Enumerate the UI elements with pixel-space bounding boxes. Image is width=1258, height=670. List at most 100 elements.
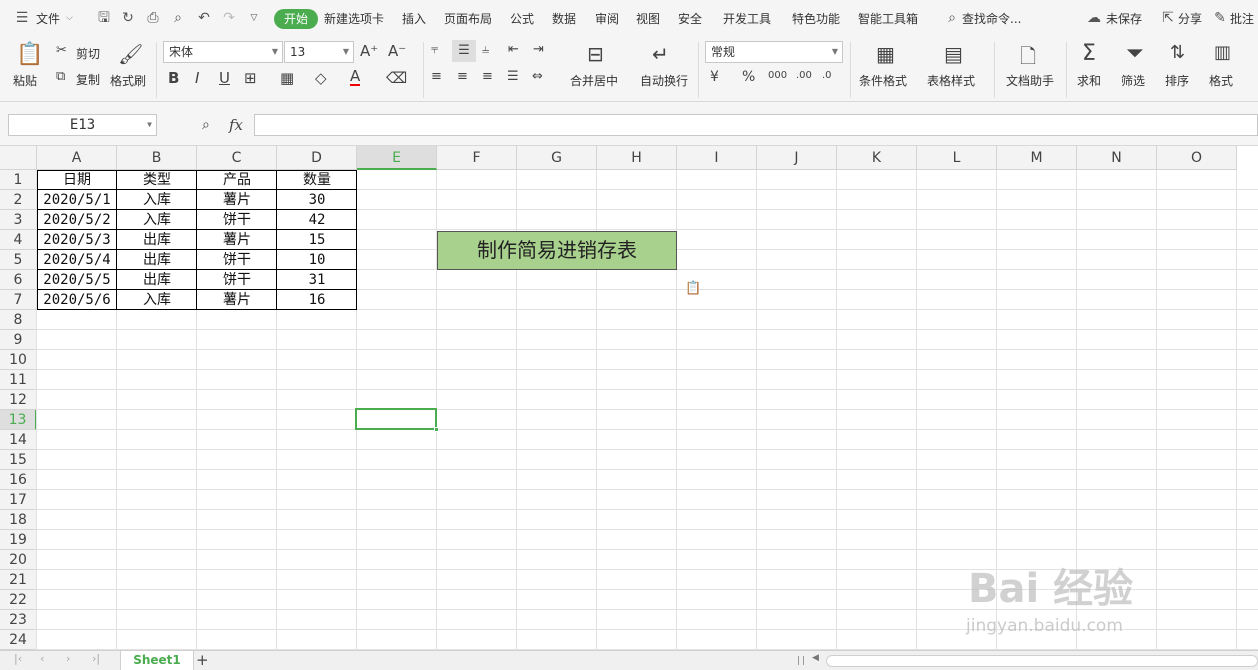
table-header-cell[interactable]: 产品 — [197, 170, 277, 190]
row-header-17[interactable]: 17 — [0, 490, 37, 510]
table-cell[interactable]: 饼干 — [197, 270, 277, 290]
row-header-22[interactable]: 22 — [0, 590, 37, 610]
table-style-button[interactable]: 表格样式 — [927, 72, 975, 89]
table-cell[interactable]: 入库 — [117, 210, 197, 230]
copy-button[interactable]: 复制 — [76, 71, 100, 88]
currency-icon[interactable]: ¥ — [710, 69, 719, 85]
font-color-icon[interactable]: A — [350, 68, 361, 86]
table-cell[interactable]: 出库 — [117, 230, 197, 250]
underline-icon[interactable]: U — [219, 69, 230, 87]
row-header-24[interactable]: 24 — [0, 630, 37, 650]
function-button[interactable]: fx — [229, 116, 243, 134]
tab-review[interactable]: 审阅 — [595, 10, 619, 27]
table-cell[interactable]: 16 — [277, 290, 357, 310]
row-header-18[interactable]: 18 — [0, 510, 37, 530]
format-painter-button[interactable]: 格式刷 — [110, 72, 146, 89]
row-header-3[interactable]: 3 — [0, 210, 37, 230]
document-helper-button[interactable]: 文档助手 — [1006, 72, 1054, 89]
tab-formula[interactable]: 公式 — [510, 10, 534, 27]
redo-icon[interactable]: ↷ — [221, 10, 237, 26]
filter-icon[interactable]: ⏷ — [1126, 41, 1144, 66]
sort-button[interactable]: 排序 — [1165, 72, 1189, 89]
row-header-23[interactable]: 23 — [0, 610, 37, 630]
column-header-j[interactable]: J — [757, 146, 837, 170]
tab-data[interactable]: 数据 — [552, 10, 576, 27]
row-header-14[interactable]: 14 — [0, 430, 37, 450]
row-header-8[interactable]: 8 — [0, 310, 37, 330]
table-cell[interactable]: 薯片 — [197, 190, 277, 210]
tab-insert[interactable]: 插入 — [402, 10, 426, 27]
row-header-20[interactable]: 20 — [0, 550, 37, 570]
font-size-dropdown[interactable]: 13 ▼ — [284, 41, 354, 63]
row-header-12[interactable]: 12 — [0, 390, 37, 410]
row-header-5[interactable]: 5 — [0, 250, 37, 270]
table-header-cell[interactable]: 类型 — [117, 170, 197, 190]
table-header-cell[interactable]: 数量 — [277, 170, 357, 190]
format-icon[interactable]: ▥ — [1214, 42, 1231, 63]
column-header-l[interactable]: L — [917, 146, 997, 170]
paste-options-icon[interactable]: 📋 — [685, 281, 701, 296]
document-helper-icon[interactable]: 🗋 — [1020, 42, 1036, 76]
table-cell[interactable]: 出库 — [117, 270, 197, 290]
undo-icon[interactable]: ↶ — [196, 10, 212, 26]
table-cell[interactable]: 入库 — [117, 290, 197, 310]
table-cell[interactable]: 出库 — [117, 250, 197, 270]
scroll-left-icon[interactable]: ◀ — [812, 653, 819, 663]
paste-button[interactable]: 粘贴 — [13, 72, 37, 89]
add-sheet-button[interactable]: + — [196, 651, 209, 669]
column-header-c[interactable]: C — [197, 146, 277, 170]
column-header-k[interactable]: K — [837, 146, 917, 170]
table-cell[interactable]: 31 — [277, 270, 357, 290]
table-cell[interactable]: 30 — [277, 190, 357, 210]
column-header-f[interactable]: F — [437, 146, 517, 170]
column-header-g[interactable]: G — [517, 146, 597, 170]
row-header-4[interactable]: 4 — [0, 230, 37, 250]
number-format-dropdown[interactable]: 常规 ▼ — [705, 41, 843, 63]
increase-decimal-icon[interactable]: .00 — [796, 70, 812, 81]
table-cell[interactable]: 2020/5/6 — [37, 290, 117, 310]
table-cell[interactable]: 薯片 — [197, 230, 277, 250]
decrease-decimal-icon[interactable]: .0 — [822, 70, 832, 81]
fill-handle[interactable] — [434, 427, 439, 432]
row-header-11[interactable]: 11 — [0, 370, 37, 390]
column-header-a[interactable]: A — [37, 146, 117, 170]
print-preview-icon[interactable]: ⌕ — [170, 10, 186, 26]
name-box[interactable]: E13 ▼ — [8, 114, 157, 136]
row-header-10[interactable]: 10 — [0, 350, 37, 370]
sort-icon[interactable]: ⇅ — [1170, 42, 1185, 63]
align-right-icon[interactable]: ≡ — [482, 69, 493, 84]
scroll-split-handle[interactable] — [798, 656, 804, 665]
align-left-icon[interactable]: ≡ — [431, 69, 442, 84]
first-sheet-icon[interactable]: |‹ — [14, 652, 22, 665]
table-cell[interactable]: 2020/5/1 — [37, 190, 117, 210]
table-cell[interactable]: 2020/5/3 — [37, 230, 117, 250]
column-header-m[interactable]: M — [997, 146, 1077, 170]
customize-icon[interactable]: ▽ — [246, 10, 262, 26]
wrap-text-icon[interactable]: ↵ — [652, 42, 669, 66]
row-header-1[interactable]: 1 — [0, 170, 37, 190]
table-cell[interactable]: 2020/5/2 — [37, 210, 117, 230]
align-center-icon[interactable]: ≡ — [457, 69, 468, 84]
prev-sheet-icon[interactable]: ‹ — [40, 652, 44, 665]
decrease-font-icon[interactable]: A⁻ — [388, 42, 406, 60]
hamburger-icon[interactable]: ☰ — [14, 10, 30, 26]
eraser-icon[interactable]: ⌫ — [386, 69, 407, 87]
search-command[interactable]: 查找命令... — [962, 10, 1021, 27]
table-cell[interactable]: 饼干 — [197, 210, 277, 230]
column-header-h[interactable]: H — [597, 146, 677, 170]
table-cell[interactable]: 2020/5/5 — [37, 270, 117, 290]
next-sheet-icon[interactable]: › — [66, 652, 70, 665]
spreadsheet-grid[interactable]: A B C D E F G H I J K L M N O 1 2 3 4 5 6 7 8 9 10 11 12 13 14 15 16 17… — [0, 146, 1258, 650]
align-middle-icon[interactable]: ☰ — [452, 40, 476, 62]
align-bottom-icon[interactable]: ⫨ — [482, 42, 489, 57]
conditional-format-button[interactable]: 条件格式 — [859, 72, 907, 89]
comment-button[interactable]: 批注 — [1230, 10, 1254, 27]
fill-color-icon[interactable]: ◇ — [315, 69, 327, 87]
tab-page-layout[interactable]: 页面布局 — [444, 10, 492, 27]
tab-developer[interactable]: 开发工具 — [723, 10, 771, 27]
row-header-15[interactable]: 15 — [0, 450, 37, 470]
tab-security[interactable]: 安全 — [678, 10, 702, 27]
scissors-icon[interactable]: ✂ — [56, 43, 67, 58]
table-cell[interactable]: 入库 — [117, 190, 197, 210]
table-style-icon[interactable]: ▤ — [944, 42, 963, 66]
